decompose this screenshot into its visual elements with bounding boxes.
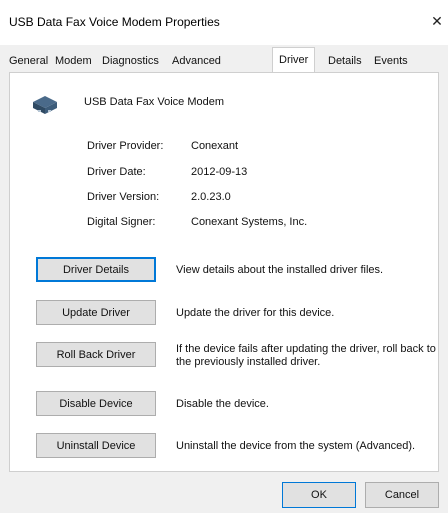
uninstall-device-button[interactable]: Uninstall Device (36, 433, 156, 458)
window-title: USB Data Fax Voice Modem Properties (9, 15, 220, 29)
cancel-button[interactable]: Cancel (365, 482, 439, 508)
title-bar[interactable]: USB Data Fax Voice Modem Properties ✕ (0, 0, 448, 45)
tab-general[interactable]: General (6, 51, 51, 71)
close-icon[interactable]: ✕ (428, 12, 446, 30)
tab-advanced[interactable]: Advanced (169, 51, 224, 71)
driver-provider-label: Driver Provider: (87, 140, 164, 152)
digital-signer-value: Conexant Systems, Inc. (191, 216, 308, 228)
driver-details-button[interactable]: Driver Details (36, 257, 156, 282)
tab-driver[interactable]: Driver (272, 47, 316, 72)
disable-device-button[interactable]: Disable Device (36, 391, 156, 416)
update-driver-button[interactable]: Update Driver (36, 300, 156, 325)
ok-button[interactable]: OK (282, 482, 356, 508)
driver-version-label: Driver Version: (87, 191, 160, 203)
driver-date-label: Driver Date: (87, 166, 146, 178)
tab-modem[interactable]: Modem (52, 51, 95, 71)
tab-diagnostics[interactable]: Diagnostics (99, 51, 162, 71)
tab-strip: General Modem Diagnostics Advanced Drive… (0, 45, 448, 72)
tab-details[interactable]: Details (325, 51, 365, 71)
tab-events[interactable]: Events (371, 51, 411, 71)
driver-date-value: 2012-09-13 (191, 166, 248, 178)
roll-back-driver-description: If the device fails after updating the d… (176, 343, 436, 368)
roll-back-driver-button[interactable]: Roll Back Driver (36, 342, 156, 367)
device-name: USB Data Fax Voice Modem (84, 96, 225, 108)
disable-device-description: Disable the device. (176, 398, 269, 410)
driver-version-value: 2.0.23.0 (191, 191, 231, 203)
digital-signer-label: Digital Signer: (87, 216, 156, 228)
properties-dialog: USB Data Fax Voice Modem Properties ✕ Ge… (0, 0, 448, 513)
modem-device-icon (33, 96, 57, 114)
driver-provider-value: Conexant (191, 140, 239, 152)
driver-details-description: View details about the installed driver … (176, 264, 384, 276)
uninstall-device-description: Uninstall the device from the system (Ad… (176, 440, 416, 452)
update-driver-description: Update the driver for this device. (176, 307, 335, 319)
